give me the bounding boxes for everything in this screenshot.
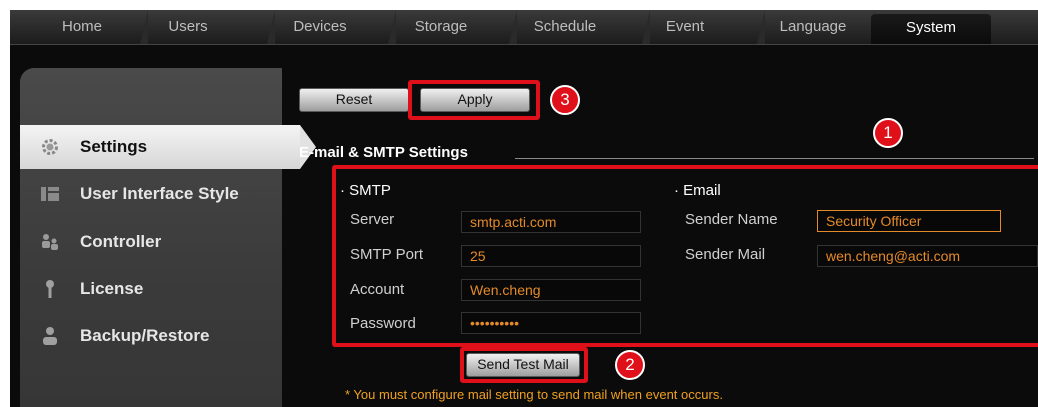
sidebar-item-label: Controller: [80, 232, 162, 251]
step-badge-3: 3: [550, 85, 580, 115]
server-field[interactable]: [461, 211, 641, 233]
sidebar-item-backup-restore[interactable]: Backup/Restore: [20, 314, 282, 358]
tab-system[interactable]: System: [871, 14, 991, 44]
smtp-group-title: · SMTP: [340, 182, 391, 199]
section-title: E-mail & SMTP Settings: [299, 144, 468, 161]
tab-event[interactable]: Event: [642, 10, 720, 44]
sidebar-item-label: User Interface Style: [80, 184, 239, 203]
top-nav: Home Users Devices Storage Schedule Even…: [10, 10, 1038, 45]
gear-icon: [42, 139, 58, 155]
email-group-title: · Email: [674, 182, 721, 199]
layout-icon: [41, 187, 59, 201]
sender-mail-field[interactable]: [817, 245, 1038, 267]
account-label: Account: [350, 281, 405, 298]
sidebar-item-settings[interactable]: Settings: [20, 125, 316, 169]
account-field[interactable]: [461, 279, 641, 301]
sidebar-item-label: Settings: [80, 137, 148, 156]
sender-name-label: Sender Name: [685, 211, 778, 228]
password-field[interactable]: [461, 312, 641, 334]
password-label: Password: [350, 315, 416, 332]
tab-language[interactable]: Language: [757, 10, 861, 44]
apply-highlight: [408, 80, 540, 120]
sidebar-item-controller[interactable]: Controller: [20, 220, 282, 264]
tab-home[interactable]: Home: [50, 10, 114, 44]
app-window: Home Users Devices Storage Schedule Even…: [10, 10, 1038, 407]
send-test-highlight: [460, 347, 588, 383]
sender-mail-label: Sender Mail: [685, 246, 766, 263]
tab-users[interactable]: Users: [140, 10, 228, 44]
smtp-port-field[interactable]: [461, 245, 641, 267]
smtp-port-label: SMTP Port: [350, 246, 424, 263]
server-label: Server: [350, 211, 395, 228]
key-icon: [46, 280, 54, 298]
user-icon: [43, 327, 57, 345]
section-divider: [515, 158, 1034, 159]
reset-button[interactable]: Reset: [299, 88, 409, 112]
notice-text: * You must configure mail setting to sen…: [345, 387, 723, 402]
sidebar-item-label: License: [80, 279, 144, 298]
tab-storage[interactable]: Storage: [388, 10, 486, 44]
sidebar-item-license[interactable]: License: [20, 267, 282, 311]
sender-name-field[interactable]: [817, 210, 1001, 232]
sidebar-item-label: Backup/Restore: [80, 326, 210, 345]
sidebar-item-user-interface-style[interactable]: User Interface Style: [20, 172, 282, 216]
tab-schedule[interactable]: Schedule: [509, 10, 613, 44]
step-badge-2: 2: [615, 350, 645, 380]
step-badge-1: 1: [873, 118, 903, 148]
users-icon: [42, 234, 58, 250]
tab-devices[interactable]: Devices: [267, 10, 365, 44]
